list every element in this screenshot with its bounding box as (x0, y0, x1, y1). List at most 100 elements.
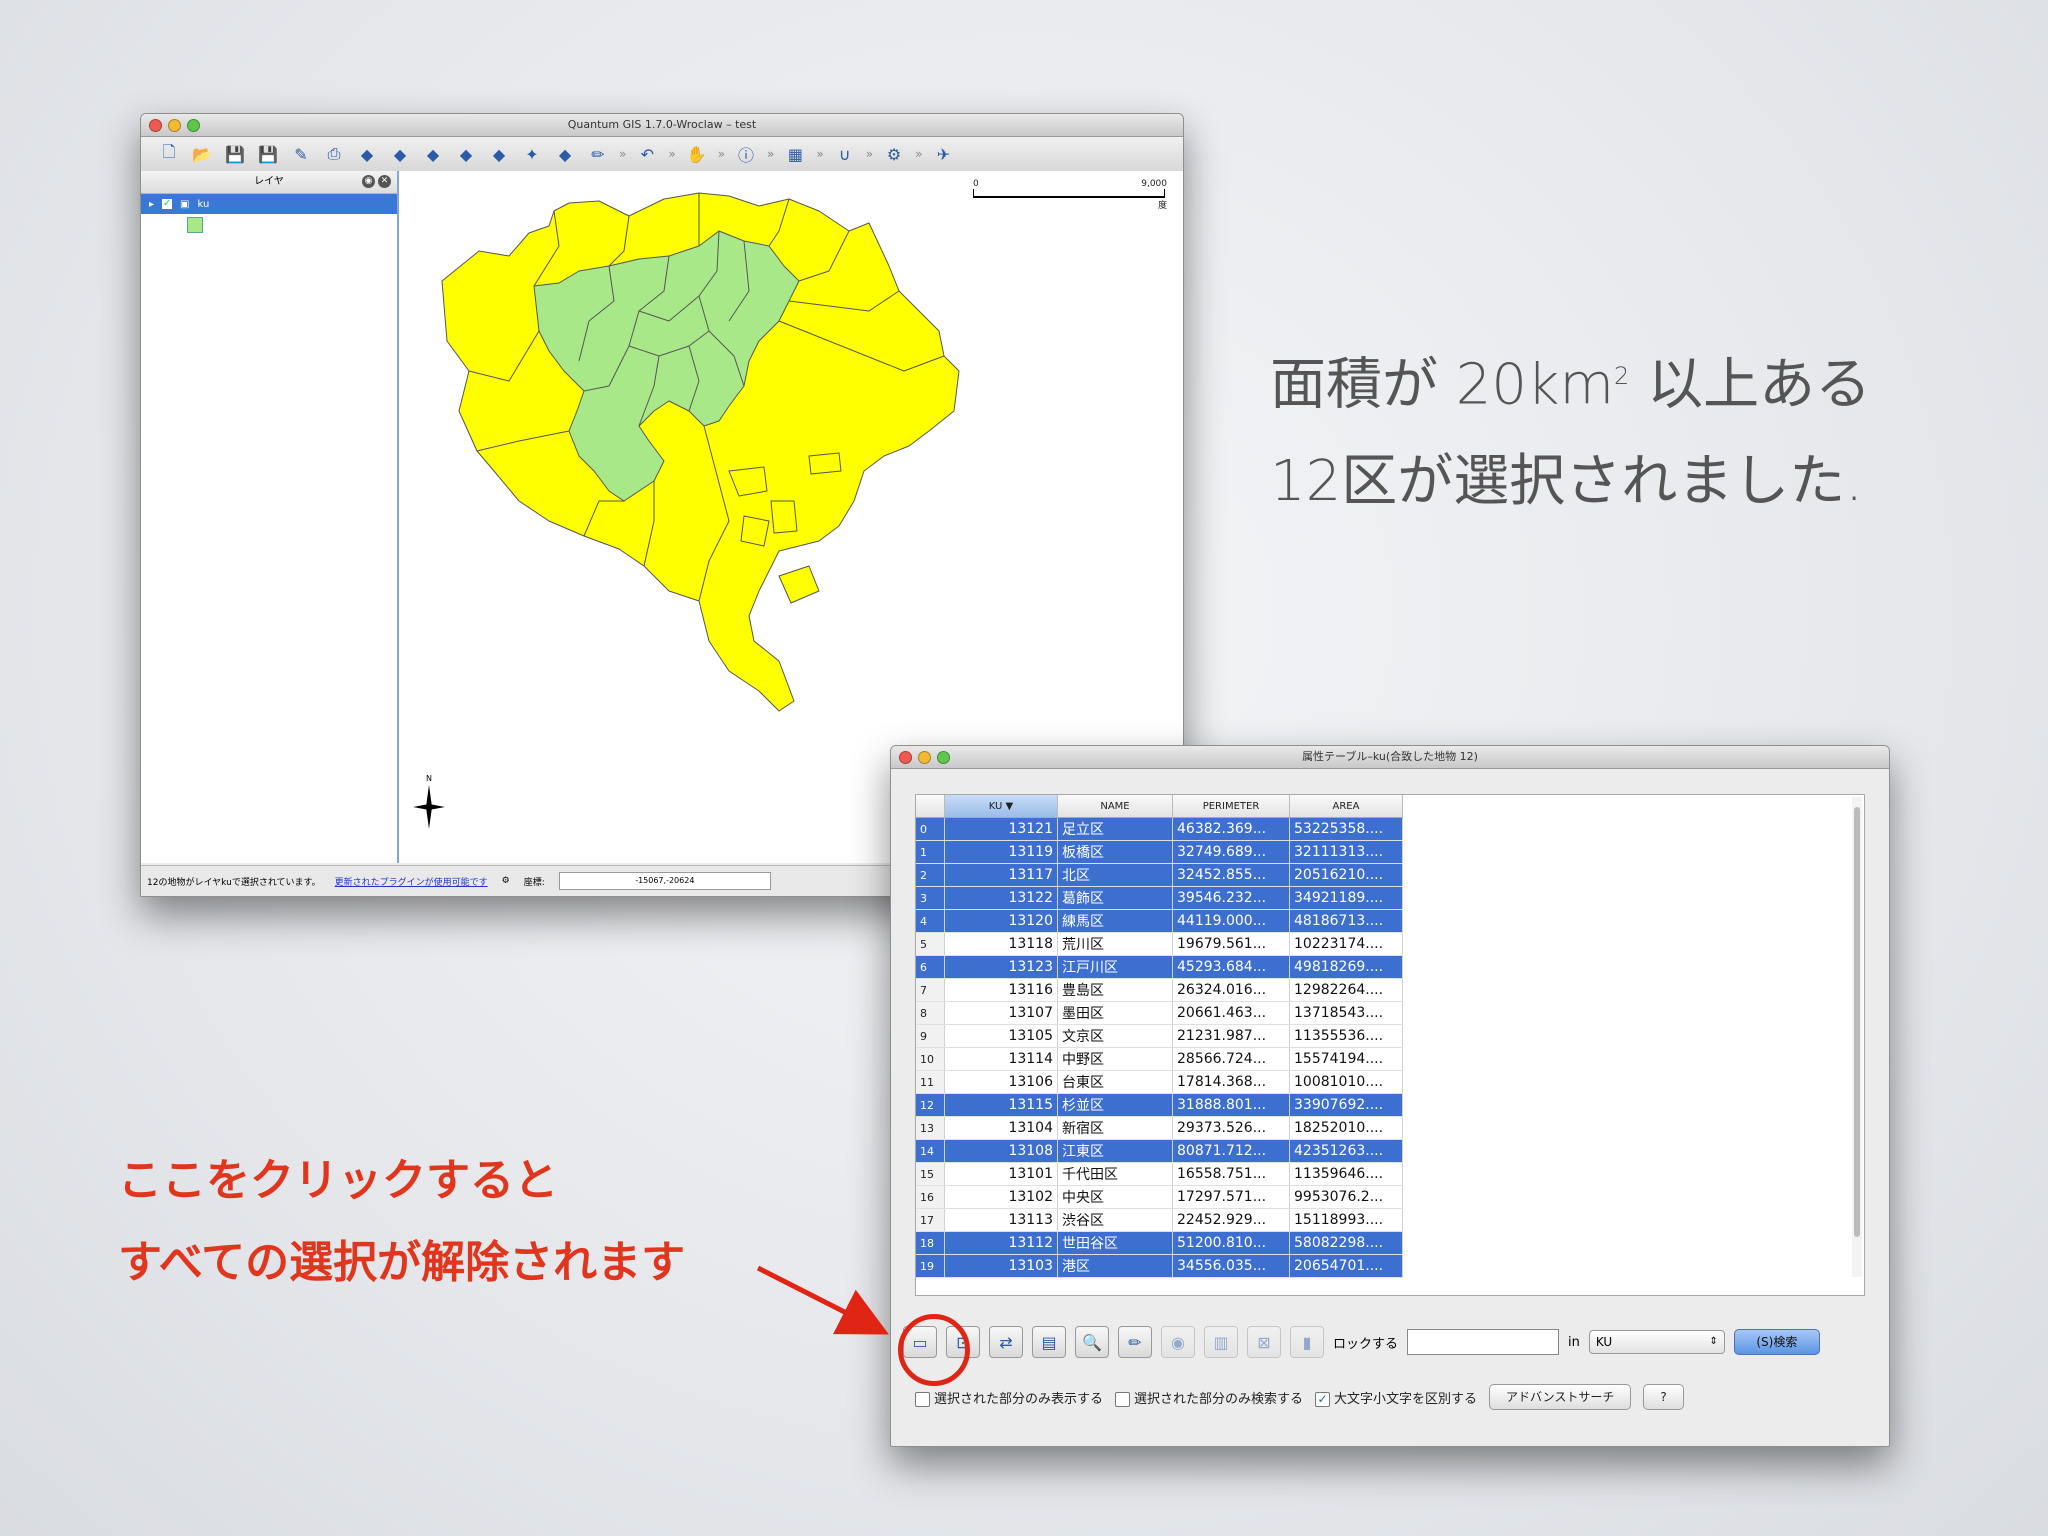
cell-ku[interactable]: 13117 (944, 863, 1058, 887)
undo-icon[interactable]: ↶ (635, 142, 659, 166)
cell-area[interactable]: 18252010.... (1289, 1116, 1403, 1140)
cell-n[interactable]: 7 (916, 978, 945, 1002)
expand-arrow-icon[interactable]: ▸ (149, 199, 154, 210)
advanced-search-button[interactable]: アドバンストサーチ (1489, 1384, 1632, 1410)
column-header-name[interactable]: NAME (1057, 795, 1173, 818)
cell-per[interactable]: 32749.689... (1172, 840, 1290, 864)
cell-n[interactable]: 15 (916, 1162, 945, 1186)
cell-ku[interactable]: 13123 (944, 955, 1058, 979)
table-row[interactable]: 5 13118 荒川区 19679.561... 10223174.... (916, 932, 1403, 956)
cell-ku[interactable]: 13104 (944, 1116, 1058, 1140)
cell-n[interactable]: 4 (916, 909, 945, 933)
column-header-ku[interactable]: KU ▼ (944, 795, 1058, 818)
layer-item-ku[interactable]: ▸ ✓ ▣ ku (141, 194, 397, 214)
cell-n[interactable]: 6 (916, 955, 945, 979)
cell-name[interactable]: 台東区 (1057, 1070, 1173, 1094)
cell-area[interactable]: 10223174.... (1289, 932, 1403, 956)
table-row[interactable]: 14 13108 江東区 80871.712... 42351263.... (916, 1139, 1403, 1163)
new-column-button[interactable]: ▥ (1204, 1326, 1238, 1358)
cell-per[interactable]: 17297.571... (1172, 1185, 1290, 1209)
table-row[interactable]: 7 13116 豊島区 26324.016... 12982264.... (916, 978, 1403, 1002)
table-row[interactable]: 16 13102 中央区 17297.571... 9953076.2... (916, 1185, 1403, 1209)
cell-n[interactable]: 12 (916, 1093, 945, 1117)
plugin-icon[interactable]: ⚙ (882, 142, 906, 166)
cell-name[interactable]: 足立区 (1057, 817, 1173, 841)
table-row[interactable]: 0 13121 足立区 46382.369... 53225358.... (916, 817, 1403, 841)
toolbar-overflow-icon[interactable]: » (767, 147, 774, 161)
minimize-window-button[interactable] (918, 751, 931, 764)
cell-n[interactable]: 19 (916, 1254, 945, 1278)
pan-hand-icon[interactable]: ✋ (685, 142, 709, 166)
scrollbar-thumb[interactable] (1854, 807, 1860, 1237)
add-spatialite-layer-icon[interactable]: ◆ (454, 142, 478, 166)
cell-n[interactable]: 1 (916, 840, 945, 864)
zoom-to-selection-button[interactable]: 🔍 (1075, 1326, 1109, 1358)
attribute-table-icon[interactable]: ▦ (783, 142, 807, 166)
search-selected-only-option[interactable]: 選択された部分のみ検索する (1115, 1388, 1303, 1407)
cell-area[interactable]: 34921189.... (1289, 886, 1403, 910)
case-sensitive-option[interactable]: ✓ 大文字小文字を区別する (1315, 1388, 1477, 1407)
cell-name[interactable]: 港区 (1057, 1254, 1173, 1278)
invert-selection-button[interactable]: ⇄ (989, 1326, 1023, 1358)
cell-area[interactable]: 10081010.... (1289, 1070, 1403, 1094)
toolbar-overflow-icon[interactable]: » (915, 147, 922, 161)
cell-area[interactable]: 32111313.... (1289, 840, 1403, 864)
help-button[interactable]: ? (1643, 1384, 1684, 1410)
float-panel-icon[interactable]: ◉ (362, 175, 375, 188)
toggle-editing-button[interactable]: ✏ (1118, 1326, 1152, 1358)
table-scrollbar[interactable] (1852, 797, 1862, 1277)
cell-n[interactable]: 14 (916, 1139, 945, 1163)
cell-ku[interactable]: 13115 (944, 1093, 1058, 1117)
cell-name[interactable]: 新宿区 (1057, 1116, 1173, 1140)
plugin-update-icon[interactable]: ⚙ (502, 876, 510, 886)
cell-per[interactable]: 44119.000... (1172, 909, 1290, 933)
cell-n[interactable]: 5 (916, 932, 945, 956)
close-window-button[interactable] (899, 751, 912, 764)
cell-ku[interactable]: 13119 (944, 840, 1058, 864)
table-row[interactable]: 1 13119 板橋区 32749.689... 32111313.... (916, 840, 1403, 864)
cell-n[interactable]: 2 (916, 863, 945, 887)
cell-name[interactable]: 中野区 (1057, 1047, 1173, 1071)
cell-area[interactable]: 20516210.... (1289, 863, 1403, 887)
cell-n[interactable]: 9 (916, 1024, 945, 1048)
add-postgis-layer-icon[interactable]: ◆ (421, 142, 445, 166)
cell-name[interactable]: 江東区 (1057, 1139, 1173, 1163)
search-field-select[interactable]: KU (1588, 1330, 1725, 1354)
cell-per[interactable]: 29373.526... (1172, 1116, 1290, 1140)
table-row[interactable]: 3 13122 葛飾区 39546.232... 34921189.... (916, 886, 1403, 910)
table-row[interactable]: 6 13123 江戸川区 45293.684... 49818269.... (916, 955, 1403, 979)
column-header-area[interactable]: AREA (1289, 795, 1403, 818)
table-row[interactable]: 2 13117 北区 32452.855... 20516210.... (916, 863, 1403, 887)
table-row[interactable]: 10 13114 中野区 28566.724... 15574194.... (916, 1047, 1403, 1071)
cell-area[interactable]: 9953076.2... (1289, 1185, 1403, 1209)
edit-pencil-icon[interactable]: ✏ (586, 142, 610, 166)
cell-n[interactable]: 18 (916, 1231, 945, 1255)
plugin-update-link[interactable]: 更新されたプラグインが使用可能です (335, 875, 488, 888)
cell-ku[interactable]: 13105 (944, 1024, 1058, 1048)
cell-ku[interactable]: 13114 (944, 1047, 1058, 1071)
cell-area[interactable]: 12982264.... (1289, 978, 1403, 1002)
cell-ku[interactable]: 13108 (944, 1139, 1058, 1163)
copy-selected-rows-button[interactable]: ▤ (1032, 1326, 1066, 1358)
case-sensitive-checkbox[interactable]: ✓ (1315, 1391, 1331, 1407)
search-input[interactable] (1407, 1329, 1560, 1355)
cell-ku[interactable]: 13102 (944, 1185, 1058, 1209)
cell-per[interactable]: 34556.035... (1172, 1254, 1290, 1278)
cell-area[interactable]: 49818269.... (1289, 955, 1403, 979)
cell-per[interactable]: 45293.684... (1172, 955, 1290, 979)
save-as-icon[interactable]: 💾 (256, 142, 280, 166)
cell-ku[interactable]: 13107 (944, 1001, 1058, 1025)
snapping-magnet-icon[interactable]: ∪ (833, 142, 857, 166)
add-wfs-layer-icon[interactable]: ✦ (520, 142, 544, 166)
cell-ku[interactable]: 13103 (944, 1254, 1058, 1278)
row-number-header[interactable] (916, 795, 945, 818)
cell-n[interactable]: 16 (916, 1185, 945, 1209)
cell-name[interactable]: 文京区 (1057, 1024, 1173, 1048)
cell-n[interactable]: 3 (916, 886, 945, 910)
new-vector-layer-icon[interactable]: ◆ (553, 142, 577, 166)
table-row[interactable]: 15 13101 千代田区 16558.751... 11359646.... (916, 1162, 1403, 1186)
search-button[interactable]: (S)検索 (1733, 1329, 1820, 1355)
cell-per[interactable]: 46382.369... (1172, 817, 1290, 841)
toolbar-overflow-icon[interactable]: » (619, 147, 626, 161)
table-row[interactable]: 19 13103 港区 34556.035... 20654701.... (916, 1254, 1403, 1278)
